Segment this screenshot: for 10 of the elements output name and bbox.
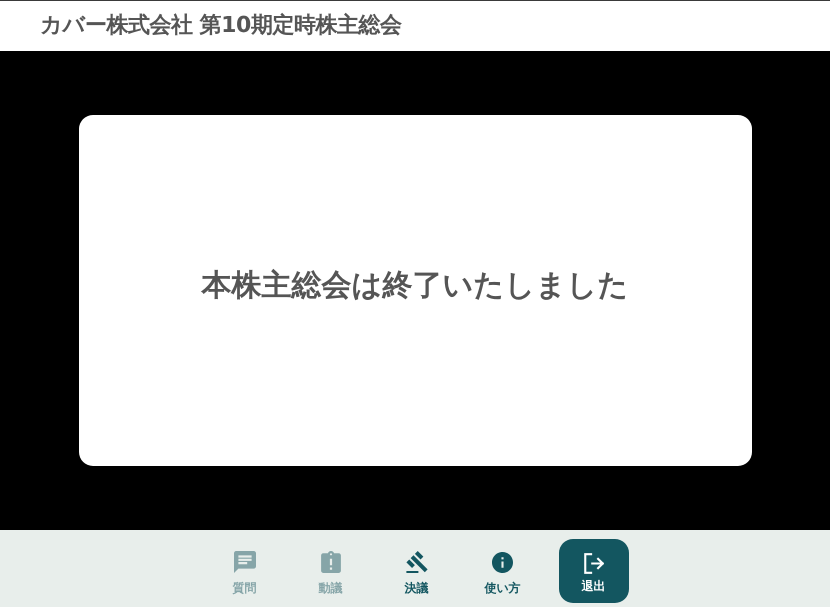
meeting-title: カバー株式会社 第10期定時株主総会 (40, 15, 402, 37)
info-icon (492, 552, 513, 572)
meeting-ended-message: 本株主総会は終了いたしました (202, 270, 628, 304)
exit-button[interactable]: 退出 (558, 539, 628, 603)
clipboard-alert-icon (320, 551, 340, 573)
nav-tab[interactable]: 使い方 (460, 539, 546, 603)
logout-icon (584, 552, 604, 574)
gavel-icon (406, 551, 428, 573)
chat-icon (234, 551, 256, 573)
nav-tab[interactable]: 決議 (374, 539, 460, 603)
